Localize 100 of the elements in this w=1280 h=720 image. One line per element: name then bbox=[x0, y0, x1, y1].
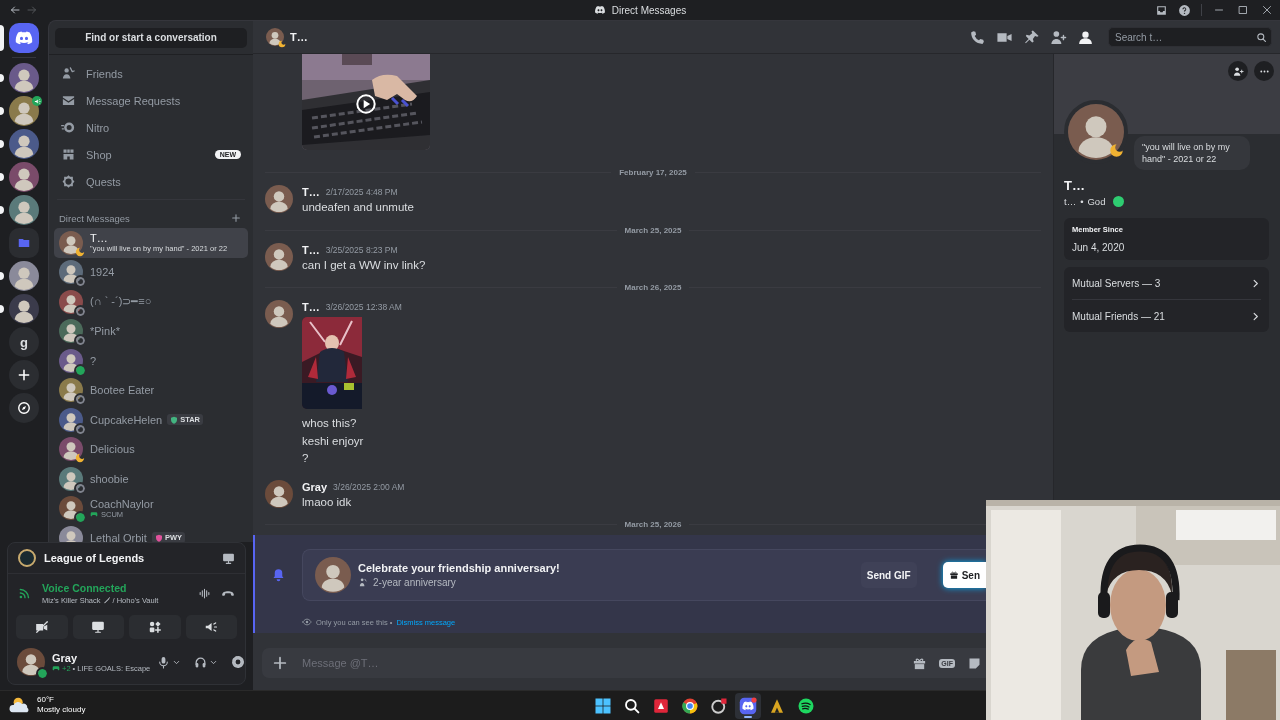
dm-name: (∩ ` -´)⊃━≡○ bbox=[90, 295, 152, 309]
send-gif-button[interactable]: Send GIF bbox=[860, 562, 917, 588]
music-app-icon[interactable] bbox=[796, 697, 815, 715]
search-field[interactable]: Search t… bbox=[1108, 27, 1272, 47]
server-icon[interactable] bbox=[9, 96, 39, 126]
back-arrow-icon[interactable] bbox=[9, 4, 21, 16]
add-server-button[interactable] bbox=[9, 360, 39, 390]
user-profile-icon[interactable] bbox=[1077, 28, 1094, 46]
settings-icon[interactable] bbox=[231, 655, 245, 669]
server-icon[interactable] bbox=[9, 63, 39, 93]
search-icon[interactable] bbox=[622, 697, 641, 715]
dm-name: Lethal Orbit bbox=[90, 531, 147, 542]
card-title: Celebrate your friendship anniversary! bbox=[358, 562, 561, 574]
microphone-icon[interactable] bbox=[157, 655, 171, 669]
pin-icon[interactable] bbox=[1023, 28, 1040, 46]
app-icon[interactable] bbox=[651, 697, 670, 715]
camera-off-icon bbox=[34, 620, 49, 634]
author-name[interactable]: T… bbox=[302, 243, 320, 256]
soundboard-button[interactable] bbox=[185, 615, 237, 639]
home-button[interactable] bbox=[9, 23, 39, 53]
friends-icon bbox=[61, 66, 76, 81]
inbox-icon[interactable] bbox=[1155, 3, 1168, 17]
message-text: ? bbox=[302, 451, 310, 466]
more-button[interactable] bbox=[1254, 61, 1274, 81]
avatar bbox=[265, 185, 293, 213]
nav-item[interactable]: Friends bbox=[55, 60, 247, 87]
dm-item[interactable]: Delicious bbox=[54, 434, 248, 464]
dm-name: CupcakeHelen bbox=[90, 413, 163, 426]
server-tag: God bbox=[1087, 196, 1106, 207]
headphones-icon[interactable] bbox=[194, 655, 208, 669]
dm-item[interactable]: ? bbox=[54, 346, 248, 376]
message-text: lmaoo idk bbox=[302, 494, 353, 510]
search-button[interactable]: Find or start a conversation bbox=[55, 27, 247, 48]
dm-item[interactable]: *Pink* bbox=[54, 316, 248, 346]
start-icon[interactable] bbox=[593, 697, 612, 715]
screen-share-button[interactable] bbox=[72, 615, 124, 639]
separator-dot: • bbox=[1080, 196, 1084, 207]
call-icon[interactable] bbox=[969, 28, 986, 46]
dm-item[interactable]: (∩ ` -´)⊃━≡○ bbox=[54, 287, 248, 317]
add-friend-icon bbox=[1232, 65, 1244, 77]
maximize-icon[interactable] bbox=[1236, 3, 1250, 17]
activity-title: League of Legends bbox=[44, 552, 146, 564]
date-divider: March 25, 2025 bbox=[624, 225, 682, 235]
activities-button[interactable] bbox=[129, 615, 181, 639]
attach-plus-icon[interactable] bbox=[272, 655, 288, 671]
dm-name: Bootee Eater bbox=[90, 384, 155, 397]
dm-item[interactable]: 1924 bbox=[54, 257, 248, 287]
dm-name: 1924 bbox=[90, 266, 115, 279]
dm-item[interactable]: shoobie bbox=[54, 464, 248, 494]
send-gift-button[interactable]: Sen bbox=[942, 562, 986, 588]
server-icon[interactable] bbox=[9, 294, 39, 324]
controller-icon bbox=[52, 664, 60, 672]
nav-item[interactable]: Nitro bbox=[55, 114, 247, 141]
screen-share-icon[interactable] bbox=[222, 551, 235, 565]
server-button[interactable]: g bbox=[9, 327, 39, 357]
folder-icon bbox=[17, 236, 31, 250]
app-icon[interactable] bbox=[709, 697, 728, 715]
add-friend-button[interactable] bbox=[1228, 61, 1248, 81]
author-name[interactable]: Gray bbox=[302, 480, 328, 493]
mutuals-link[interactable]: Mutual Servers — 3 bbox=[1072, 277, 1161, 289]
close-icon[interactable] bbox=[1260, 3, 1274, 17]
weather-temperature: 60°F bbox=[37, 695, 55, 705]
nav-item[interactable]: Message Requests bbox=[55, 87, 247, 114]
server-icon[interactable] bbox=[9, 261, 39, 291]
author-name[interactable]: T… bbox=[302, 301, 320, 313]
bell-icon bbox=[271, 567, 286, 583]
activities-icon bbox=[147, 620, 162, 634]
play-icon[interactable] bbox=[355, 93, 377, 115]
logo-icon bbox=[593, 4, 606, 16]
add-dm-icon[interactable] bbox=[231, 213, 241, 223]
dm-item[interactable]: Bootee Eater bbox=[54, 375, 248, 405]
requests-icon bbox=[61, 93, 76, 108]
date-divider: March 26, 2025 bbox=[624, 283, 682, 292]
timestamp: 3/26/2025 12:38 AM bbox=[325, 302, 402, 312]
avatar bbox=[315, 557, 351, 593]
weather-icon bbox=[9, 695, 31, 715]
gift-icon[interactable] bbox=[912, 655, 928, 671]
add-friend-icon[interactable] bbox=[1050, 28, 1067, 46]
avatar bbox=[1068, 104, 1124, 160]
avatar bbox=[59, 437, 83, 462]
chat-app-icon[interactable] bbox=[738, 697, 757, 715]
discover-button[interactable] bbox=[9, 393, 39, 423]
timestamp: 3/25/2025 8:23 PM bbox=[325, 244, 398, 255]
server-icon[interactable] bbox=[9, 195, 39, 225]
server-icon[interactable] bbox=[9, 162, 39, 192]
browser-icon[interactable] bbox=[680, 697, 699, 715]
nitro-icon bbox=[61, 120, 76, 135]
avatar bbox=[265, 300, 293, 328]
server-icon[interactable] bbox=[9, 129, 39, 159]
help-icon[interactable] bbox=[1178, 3, 1191, 17]
nav-item[interactable]: Quests bbox=[55, 168, 247, 195]
message-text: whos this? bbox=[302, 416, 358, 431]
camera-button[interactable] bbox=[16, 615, 68, 639]
avatar bbox=[59, 496, 83, 521]
screen-share-icon bbox=[91, 620, 106, 634]
folder-button[interactable] bbox=[9, 228, 39, 258]
noise-wave-icon[interactable] bbox=[198, 586, 211, 600]
soundboard-icon bbox=[204, 620, 219, 634]
mutuals-link[interactable]: Mutual Friends — 21 bbox=[1072, 310, 1165, 322]
author-name[interactable]: T… bbox=[302, 186, 320, 198]
